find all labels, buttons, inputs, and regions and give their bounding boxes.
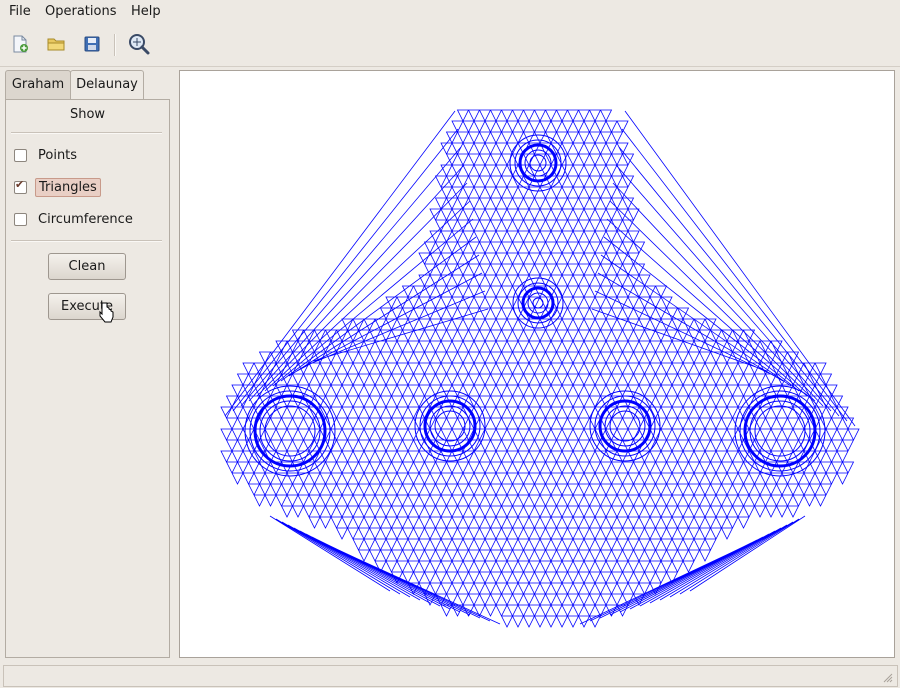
toolbar [0,24,900,67]
drawing-canvas[interactable] [179,70,895,658]
mesh-ring [423,399,477,453]
mesh-ring [527,292,549,314]
mesh-ring [249,390,331,472]
tab-delaunay[interactable]: Delaunay [70,70,144,101]
menu-file[interactable]: File [9,4,31,19]
status-bar [3,665,898,687]
circumference-checkbox-row[interactable]: Circumference [14,209,136,229]
zoom-icon [129,34,150,55]
points-checkbox[interactable] [14,148,27,162]
mesh-ring [244,385,336,477]
mesh-ring [594,395,656,457]
menubar: File Operations Help [0,0,900,24]
clean-button[interactable]: Clean [48,253,126,280]
circumference-label: Circumference [38,211,133,227]
mesh-ring [512,277,564,329]
separator [11,240,162,242]
circumference-checkbox[interactable] [14,212,27,226]
delaunay-mesh [220,109,860,628]
hull-edges [224,110,856,625]
points-label: Points [38,147,78,163]
triangles-checkbox-row[interactable]: Triangles [14,177,101,197]
triangles-label: Triangles [35,177,101,197]
show-label: Show [69,107,106,122]
save-icon [84,36,100,52]
new-document-button[interactable] [8,32,32,56]
folder-open-icon [47,38,65,51]
resize-grip-icon[interactable] [883,673,893,683]
mesh-triangles [220,109,860,628]
save-button[interactable] [80,32,104,56]
mesh-ring [532,297,544,309]
menu-help[interactable]: Help [131,4,161,19]
mesh-ring [259,400,321,462]
separator [11,132,162,134]
mouse-cursor-icon [99,302,114,323]
toolbar-separator [114,34,116,56]
execute-button[interactable]: Execute [48,293,126,320]
mesh-ring [734,385,826,477]
mesh-ring [609,410,641,442]
new-document-icon [13,35,28,53]
triangles-checkbox[interactable] [14,178,27,194]
open-button[interactable] [44,32,68,56]
delaunay-panel: Show Points Triangles Circumference Clea… [5,99,170,658]
menu-operations[interactable]: Operations [45,4,116,19]
points-checkbox-row[interactable]: Points [14,145,80,165]
mesh-grid [220,109,860,628]
mesh-ring [754,405,806,457]
tab-graham[interactable]: Graham [5,70,71,99]
zoom-button[interactable] [127,32,151,56]
